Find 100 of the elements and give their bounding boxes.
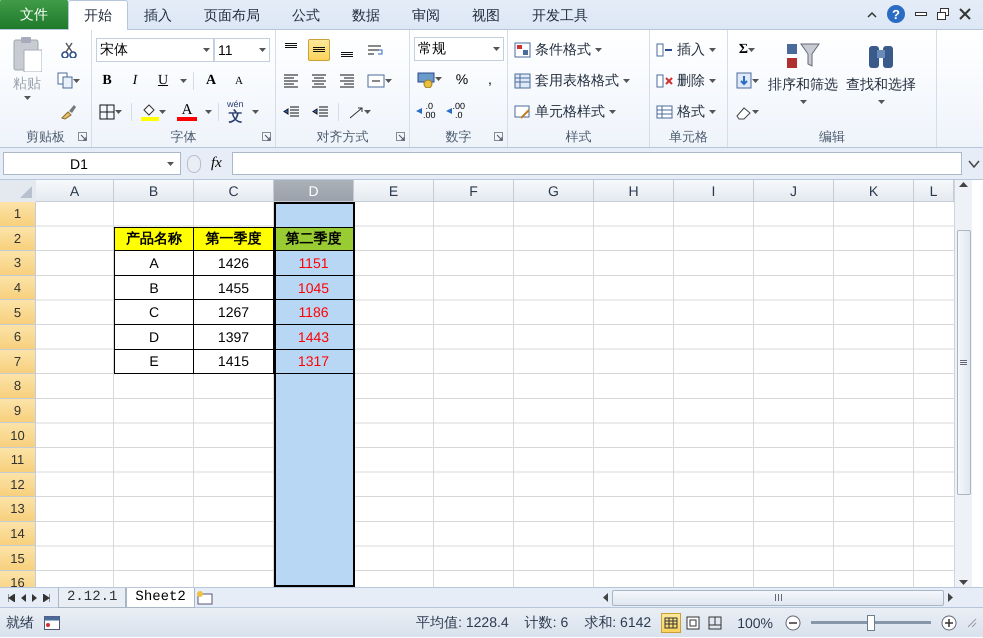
ribbon-tab[interactable]: 开始	[68, 0, 128, 30]
vertical-scrollbar[interactable]	[954, 180, 972, 587]
row-header[interactable]: 3	[0, 251, 36, 276]
scroll-down-icon[interactable]	[959, 580, 968, 585]
scroll-thumb[interactable]	[612, 590, 944, 606]
caret-icon[interactable]	[73, 78, 80, 82]
caret-icon[interactable]	[595, 48, 602, 52]
cells-menu-button[interactable]: 删除	[654, 68, 718, 92]
formula-input[interactable]	[232, 152, 962, 175]
dialog-launcher-icon[interactable]	[262, 132, 271, 141]
column-header[interactable]: I	[674, 180, 754, 202]
caret-icon[interactable]	[252, 110, 259, 114]
name-box[interactable]: D1	[3, 152, 181, 175]
restore-icon[interactable]	[937, 8, 949, 20]
decrease-decimal-button[interactable]: .00 .0	[444, 102, 468, 120]
caret-icon[interactable]	[115, 110, 122, 114]
caret-icon[interactable]	[748, 48, 756, 52]
column-header[interactable]: A	[36, 180, 114, 202]
slider-thumb[interactable]	[867, 614, 875, 630]
row-header[interactable]: 15	[0, 546, 36, 571]
dialog-launcher-icon[interactable]	[78, 132, 87, 141]
help-icon[interactable]: ?	[887, 5, 905, 23]
shrink-font-button[interactable]: A	[228, 70, 250, 92]
zoom-out-icon[interactable]	[785, 614, 801, 630]
style-menu-button[interactable]: 条件格式	[512, 38, 632, 62]
underline-button[interactable]: U	[152, 70, 174, 92]
find-select-button[interactable]: 查找和选择	[844, 34, 918, 127]
row-header[interactable]: 13	[0, 497, 36, 522]
dialog-launcher-icon[interactable]	[494, 132, 503, 141]
zoom-in-icon[interactable]	[941, 614, 957, 630]
style-menu-button[interactable]: 单元格样式	[512, 100, 632, 124]
close-icon[interactable]	[959, 8, 971, 20]
row-header[interactable]: 2	[0, 226, 36, 252]
sort-filter-button[interactable]: 排序和筛选	[766, 34, 840, 127]
ribbon-tab[interactable]: 页面布局	[188, 1, 276, 29]
ribbon-tab[interactable]: 开发工具	[516, 1, 604, 29]
caret-icon[interactable]	[259, 48, 266, 52]
autosum-button[interactable]: Σ	[732, 38, 762, 60]
phonetic-guide-button[interactable]: wén 文	[225, 100, 246, 123]
new-sheet-icon[interactable]	[194, 590, 215, 606]
number-style-button[interactable]: ,	[479, 68, 501, 90]
number-format-dropdown[interactable]: 常规	[414, 36, 504, 61]
cells-menu-button[interactable]: 插入	[654, 38, 718, 62]
ribbon-tab[interactable]: 插入	[128, 1, 188, 29]
caret-icon[interactable]	[609, 110, 616, 114]
caret-icon[interactable]	[752, 78, 758, 82]
vertical-align-button[interactable]	[308, 38, 330, 60]
ribbon-tab[interactable]: 数据	[336, 1, 396, 29]
caret-icon[interactable]	[203, 48, 210, 52]
style-menu-button[interactable]: 套用表格格式	[512, 68, 632, 92]
row-header[interactable]: 12	[0, 472, 36, 498]
caret-icon[interactable]	[709, 78, 716, 82]
row-header[interactable]: 4	[0, 276, 36, 300]
dialog-launcher-icon[interactable]	[396, 132, 405, 141]
caret-icon[interactable]	[385, 78, 392, 82]
insert-function-button[interactable]: fx	[207, 155, 226, 172]
row-header[interactable]: 5	[0, 300, 36, 325]
row-header[interactable]: 16	[0, 570, 36, 587]
column-header[interactable]: H	[594, 180, 674, 202]
caret-icon[interactable]	[800, 100, 806, 104]
caret-icon[interactable]	[709, 48, 716, 52]
row-header[interactable]: 9	[0, 398, 36, 424]
column-header[interactable]: K	[834, 180, 914, 202]
macro-record-icon[interactable]	[44, 616, 60, 630]
row-header[interactable]: 8	[0, 374, 36, 399]
increase-decimal-button[interactable]: .0 .00	[414, 102, 438, 120]
column-header[interactable]: F	[434, 180, 514, 202]
file-tab[interactable]: 文件	[0, 0, 68, 29]
number-style-button[interactable]: %	[451, 68, 473, 90]
sheet-tab[interactable]: 2.12.1	[58, 588, 126, 608]
caret-icon[interactable]	[205, 110, 212, 114]
expand-icon[interactable]	[968, 160, 980, 168]
resize-grip-icon[interactable]	[967, 618, 977, 628]
ribbon-tab[interactable]: 视图	[456, 1, 516, 29]
bold-button[interactable]: B	[96, 70, 118, 92]
sheet-tab[interactable]: Sheet2	[126, 588, 195, 608]
row-header[interactable]: 6	[0, 324, 36, 350]
scroll-up-icon[interactable]	[959, 182, 968, 187]
next-sheet-icon[interactable]	[32, 594, 37, 602]
column-header[interactable]: C	[194, 180, 274, 202]
caret-icon[interactable]	[159, 110, 166, 114]
previous-sheet-icon[interactable]	[21, 594, 26, 602]
grow-font-button[interactable]: A	[200, 70, 222, 92]
font-name-dropdown[interactable]: 宋体	[96, 38, 214, 62]
scroll-left-icon[interactable]	[603, 593, 608, 602]
column-header[interactable]: E	[354, 180, 434, 202]
collapse-ribbon-icon[interactable]	[867, 10, 877, 18]
scroll-right-icon[interactable]	[948, 593, 953, 602]
ribbon-tab[interactable]: 审阅	[396, 1, 456, 29]
font-size-dropdown[interactable]: 11	[214, 38, 270, 62]
caret-icon[interactable]	[709, 110, 716, 114]
caret-icon[interactable]	[435, 77, 442, 82]
caret-icon[interactable]	[180, 78, 187, 82]
font-color-button[interactable]: A	[175, 102, 199, 120]
first-sheet-icon[interactable]	[8, 594, 15, 602]
view-button[interactable]	[661, 612, 682, 632]
column-header[interactable]: G	[514, 180, 594, 202]
resize-handle-icon[interactable]	[187, 154, 201, 172]
caret-icon[interactable]	[878, 100, 884, 104]
caret-icon[interactable]	[493, 46, 500, 51]
